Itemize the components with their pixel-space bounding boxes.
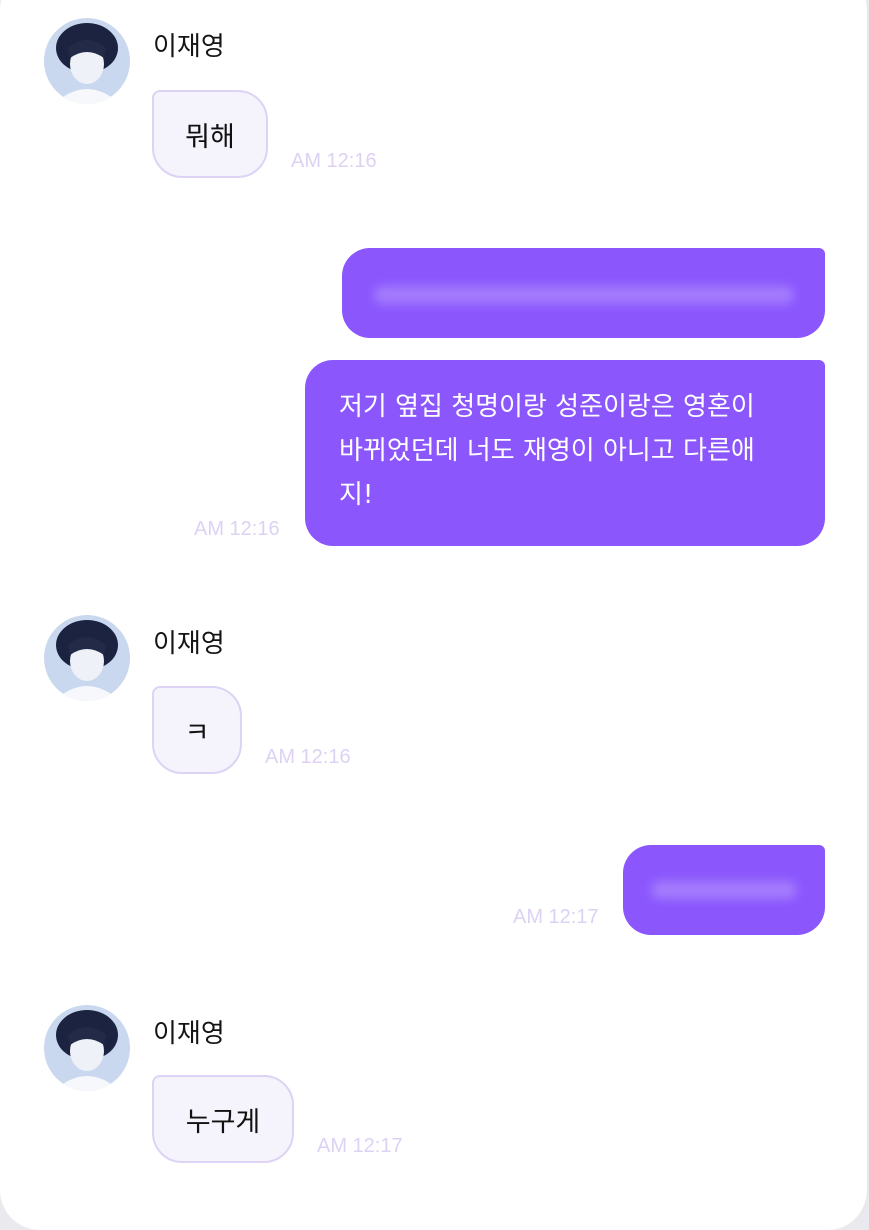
redaction-blur	[374, 286, 794, 304]
outgoing-message-bubble-redacted[interactable]	[342, 248, 825, 338]
incoming-message-bubble[interactable]: 누구게	[152, 1075, 294, 1163]
message-line: 지!	[339, 480, 374, 510]
message-timestamp: AM 12:17	[513, 906, 599, 928]
incoming-message-bubble[interactable]: ㅋ	[152, 686, 242, 774]
sender-avatar[interactable]	[44, 18, 130, 104]
message-timestamp: AM 12:17	[317, 1135, 403, 1157]
chat-panel	[0, 0, 868, 1230]
sender-avatar[interactable]	[44, 615, 130, 701]
message-text: ㅋ	[184, 717, 210, 749]
message-line: 저기 옆집 청명이랑 성준이랑은 영혼이	[339, 392, 755, 422]
message-timestamp: AM 12:16	[194, 518, 280, 540]
redaction-blur	[651, 881, 797, 899]
outgoing-message-bubble[interactable]: 저기 옆집 청명이랑 성준이랑은 영혼이 바뀌었던데 너도 재영이 아니고 다른…	[305, 360, 825, 546]
sender-name: 이재영	[153, 1019, 225, 1049]
sender-avatar[interactable]	[44, 1005, 130, 1091]
message-timestamp: AM 12:16	[291, 150, 377, 172]
sender-name: 이재영	[153, 32, 225, 62]
message-timestamp: AM 12:16	[265, 746, 351, 768]
sender-name: 이재영	[153, 629, 225, 659]
incoming-message-bubble[interactable]: 뭐해	[152, 90, 268, 178]
message-text: 누구게	[185, 1106, 261, 1138]
message-line: 바뀌었던데 너도 재영이 아니고 다른애	[339, 436, 755, 466]
message-text: 뭐해	[185, 121, 235, 153]
outgoing-message-bubble-redacted[interactable]	[623, 845, 825, 935]
